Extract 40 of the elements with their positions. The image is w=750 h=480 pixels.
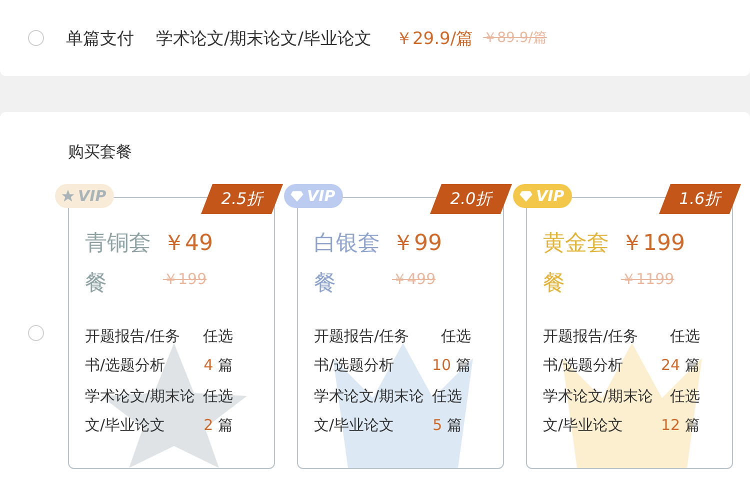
original-price: ￥1199 <box>621 269 676 290</box>
choice-text: 任选 <box>203 386 233 407</box>
radio-button[interactable] <box>28 325 44 341</box>
diamond-icon <box>290 189 304 203</box>
choice-text: 任选 <box>432 386 462 407</box>
discount-tag: 2.5折 <box>201 184 283 214</box>
price: ￥29.9/篇 <box>395 28 474 50</box>
choice-text: 任选 <box>203 326 233 347</box>
package-name: 青铜套餐 <box>85 230 152 298</box>
star-icon <box>61 189 75 203</box>
diamond-icon <box>519 189 533 203</box>
feature-label: 学术论文/期末论文/毕业论文 <box>314 386 426 436</box>
choice-text: 任选 <box>670 326 700 347</box>
count-text: 12 篇 <box>661 415 700 436</box>
count-text: 2 篇 <box>204 415 233 436</box>
original-price: ￥199 <box>163 269 208 290</box>
feature-label: 开题报告/任务书/选题分析 <box>85 326 182 376</box>
feature-label: 开题报告/任务书/选题分析 <box>314 326 410 376</box>
original-price: ￥499 <box>392 269 437 290</box>
count-text: 5 篇 <box>432 415 462 436</box>
section-title: 购买套餐 <box>68 142 133 163</box>
package-price: ￥199 <box>621 230 686 258</box>
feature-label: 开题报告/任务书/选题分析 <box>543 326 640 376</box>
count-text: 24 篇 <box>661 355 700 376</box>
radio-button[interactable] <box>28 30 44 46</box>
discount-tag: 1.6折 <box>659 184 741 214</box>
choice-text: 任选 <box>440 326 471 347</box>
original-price: ￥89.9/篇 <box>483 29 547 47</box>
package-name: 白银套餐 <box>314 230 381 298</box>
package-price: ￥99 <box>392 230 443 258</box>
discount-tag: 2.0折 <box>430 184 512 214</box>
choice-text: 任选 <box>670 386 700 407</box>
scope-text: 学术论文/期末论文/毕业论文 <box>156 28 372 50</box>
feature-label: 学术论文/期末论文/毕业论文 <box>85 386 196 436</box>
option-label: 单篇支付 <box>66 28 134 50</box>
package-price: ￥49 <box>163 230 214 258</box>
feature-label: 学术论文/期末论文/毕业论文 <box>543 386 654 436</box>
count-text: 4 篇 <box>204 355 233 376</box>
count-text: 10 篇 <box>432 355 471 376</box>
package-name: 黄金套餐 <box>543 230 610 298</box>
